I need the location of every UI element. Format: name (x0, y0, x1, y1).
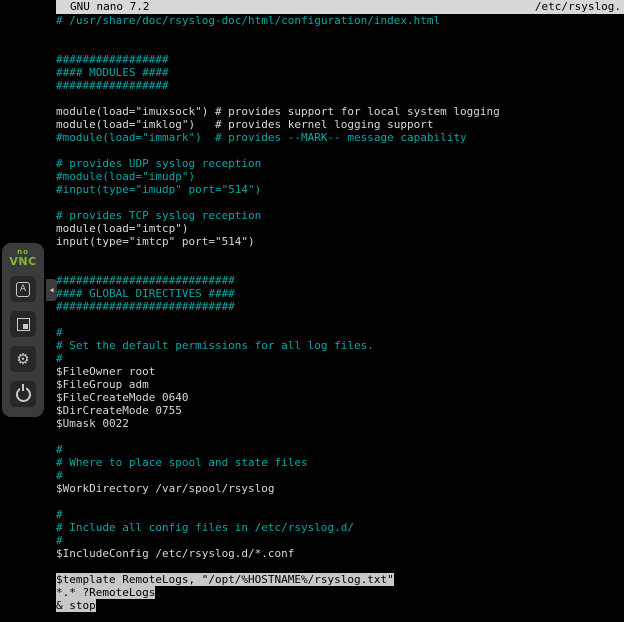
editor-line (56, 430, 624, 443)
editor-line: module(load="imtcp") (56, 222, 624, 235)
editor-line (56, 196, 624, 209)
editor-line: # (56, 469, 624, 482)
power-button[interactable] (10, 381, 36, 407)
editor-line: $FileOwner root (56, 365, 624, 378)
editor-line: # (56, 534, 624, 547)
editor-line (56, 40, 624, 53)
keyboard-button[interactable]: A (10, 276, 36, 302)
keyboard-icon: A (16, 282, 30, 297)
vnc-control-panel: no VNC ◀ A ⚙ (2, 243, 44, 417)
editor-line (56, 92, 624, 105)
editor-line: # Include all config files in /etc/rsysl… (56, 521, 624, 534)
editor-line: #input(type="imudp" port="514") (56, 183, 624, 196)
editor-line (56, 248, 624, 261)
editor-line: # (56, 326, 624, 339)
editor-line: $Umask 0022 (56, 417, 624, 430)
editor-line (56, 144, 624, 157)
editor-line: # provides TCP syslog reception (56, 209, 624, 222)
chevron-left-icon: ◀ (49, 286, 53, 294)
editor-line: #### MODULES #### (56, 66, 624, 79)
editor-line: ################# (56, 53, 624, 66)
fullscreen-button[interactable] (10, 311, 36, 337)
editor-line: ########################### (56, 300, 624, 313)
editor-line: # provides UDP syslog reception (56, 157, 624, 170)
editor-line: $FileCreateMode 0640 (56, 391, 624, 404)
editor-line: ########################### (56, 274, 624, 287)
gear-icon: ⚙ (16, 352, 29, 367)
fullscreen-icon (17, 318, 30, 331)
terminal-window: GNU nano 7.2 /etc/rsyslog. # /usr/share/… (56, 0, 624, 622)
editor-line: input(type="imtcp" port="514") (56, 235, 624, 248)
editor-line: *.* ?RemoteLogs (56, 586, 624, 599)
settings-button[interactable]: ⚙ (10, 346, 36, 372)
editor-line: # Where to place spool and state files (56, 456, 624, 469)
editor-line: & stop (56, 599, 624, 612)
editor-line (56, 27, 624, 40)
editor-line (56, 261, 624, 274)
editor-line (56, 495, 624, 508)
power-icon (16, 387, 31, 402)
editor-line: #module(load="immark") # provides --MARK… (56, 131, 624, 144)
editor-lines[interactable]: # /usr/share/doc/rsyslog-doc/html/config… (56, 14, 624, 612)
editor-line: # (56, 508, 624, 521)
editor-line: # (56, 443, 624, 456)
editor-line: module(load="imklog") # provides kernel … (56, 118, 624, 131)
editor-line (56, 313, 624, 326)
editor-line: # Set the default permissions for all lo… (56, 339, 624, 352)
editor-line: $DirCreateMode 0755 (56, 404, 624, 417)
editor-line: module(load="imuxsock") # provides suppo… (56, 105, 624, 118)
panel-collapse-handle[interactable]: ◀ (46, 279, 57, 301)
nano-titlebar: GNU nano 7.2 /etc/rsyslog. (56, 0, 624, 14)
editor-line: $FileGroup adm (56, 378, 624, 391)
editor-line: # (56, 352, 624, 365)
editor-line: $template RemoteLogs, "/opt/%HOSTNAME%/r… (56, 573, 624, 586)
editor-line: #module(load="imudp") (56, 170, 624, 183)
novnc-logo: no VNC (9, 249, 36, 267)
editor-line: $WorkDirectory /var/spool/rsyslog (56, 482, 624, 495)
novnc-logo-text-large: VNC (9, 256, 36, 267)
editor-line: $IncludeConfig /etc/rsyslog.d/*.conf (56, 547, 624, 560)
editor-line: ################# (56, 79, 624, 92)
editor-line: #### GLOBAL DIRECTIVES #### (56, 287, 624, 300)
nano-file-path: /etc/rsyslog. (535, 0, 621, 14)
editor-line: # /usr/share/doc/rsyslog-doc/html/config… (56, 14, 624, 27)
nano-app-title: GNU nano 7.2 (70, 0, 149, 14)
editor-line (56, 560, 624, 573)
